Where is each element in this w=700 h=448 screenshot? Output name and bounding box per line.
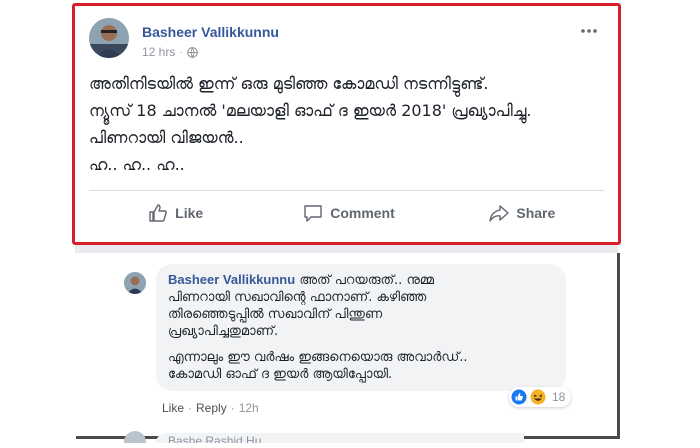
post-line: ഹ.. ഹ.. ഹ.. (89, 155, 185, 174)
comment-text: പിണറായി സഖാവിന്റെ ഫാനാണ്. കഴിഞ്ഞ (168, 290, 427, 305)
comment-text: തിരഞ്ഞെടുപ്പിൽ സഖാവിന് പിന്തുണ (168, 307, 383, 322)
comment-author-name[interactable]: Basheer Vallikkunnu (168, 272, 295, 287)
meta-separator: · (179, 46, 183, 58)
like-label: Like (175, 205, 204, 221)
post-card: Basheer Vallikkunnu 12 hrs · അതിനിടയിൽ ഇ… (72, 3, 621, 245)
next-comment-bubble: Bashe Rashid Hu... (156, 433, 524, 443)
post-header: Basheer Vallikkunnu 12 hrs · (89, 18, 609, 62)
post-line: പിണറായി വിജയൻ.. (89, 128, 244, 147)
comment-timestamp[interactable]: 12h (239, 401, 259, 415)
like-reaction-icon (511, 389, 527, 405)
comment-text: എന്നാലും ഈ വർഷം ഇങ്ങനെയൊരു അവാർഡ്.. (168, 350, 468, 365)
like-button[interactable]: Like (89, 197, 262, 229)
more-options-icon[interactable] (579, 24, 599, 38)
post-line: അതിനിടയിൽ ഇന്ന് ഒരു മുടിഞ്ഞ കോമഡി നടന്നി… (89, 74, 489, 93)
post-author-name[interactable]: Basheer Vallikkunnu (142, 24, 279, 40)
comment-like-link[interactable]: Like (162, 401, 184, 415)
card-separator (75, 245, 618, 253)
comment-bubble-icon (304, 205, 322, 222)
post-meta: 12 hrs · (142, 45, 198, 59)
share-arrow-icon (489, 205, 510, 222)
thumbs-up-icon (149, 204, 167, 222)
share-label: Share (516, 205, 556, 221)
comment-text: അത് പറയരുത്.. നുമ്മ (299, 273, 435, 288)
comment-actions-separator: · (230, 401, 235, 415)
actions-divider (89, 190, 604, 191)
comment-text: പ്രഖ്യാപിച്ചതുമാണ്. (168, 324, 279, 339)
share-button[interactable]: Share (436, 197, 609, 229)
comment-author-avatar[interactable] (124, 272, 146, 294)
globe-icon[interactable] (186, 46, 198, 58)
post-line: ന്യൂസ് 18 ചാനൽ 'മലയാളി ഓഫ് ദ ഇയർ 2018' പ… (89, 101, 532, 120)
next-comment-avatar[interactable] (124, 431, 146, 443)
comment-button[interactable]: Comment (262, 197, 435, 229)
comment-panel: Basheer Vallikkunnu അത് പറയരുത്.. നുമ്മ … (76, 253, 620, 443)
comment-reactions[interactable]: 18 (509, 387, 572, 407)
comment-label: Comment (330, 205, 395, 221)
next-comment-partial: Bashe Rashid Hu... (124, 431, 524, 443)
post-body: അതിനിടയിൽ ഇന്ന് ഒരു മുടിഞ്ഞ കോമഡി നടന്നി… (89, 70, 609, 178)
comment-first-line: Basheer Vallikkunnu അത് പറയരുത്.. നുമ്മ (168, 271, 554, 289)
post-actions: Like Comment Share (89, 197, 609, 229)
comment-actions-separator: · (188, 401, 193, 415)
comment-text: കോമഡി ഓഫ് ദ ഇയർ ആയിപ്പോയി. (168, 367, 393, 382)
author-avatar[interactable] (89, 18, 129, 58)
reaction-count: 18 (552, 390, 566, 404)
comment-bubble: Basheer Vallikkunnu അത് പറയരുത്.. നുമ്മ … (156, 264, 566, 391)
comment-actions: Like · Reply · 12h (162, 401, 259, 415)
comment-reply-link[interactable]: Reply (196, 401, 227, 415)
haha-reaction-icon (530, 389, 546, 405)
post-timestamp[interactable]: 12 hrs (142, 45, 175, 59)
